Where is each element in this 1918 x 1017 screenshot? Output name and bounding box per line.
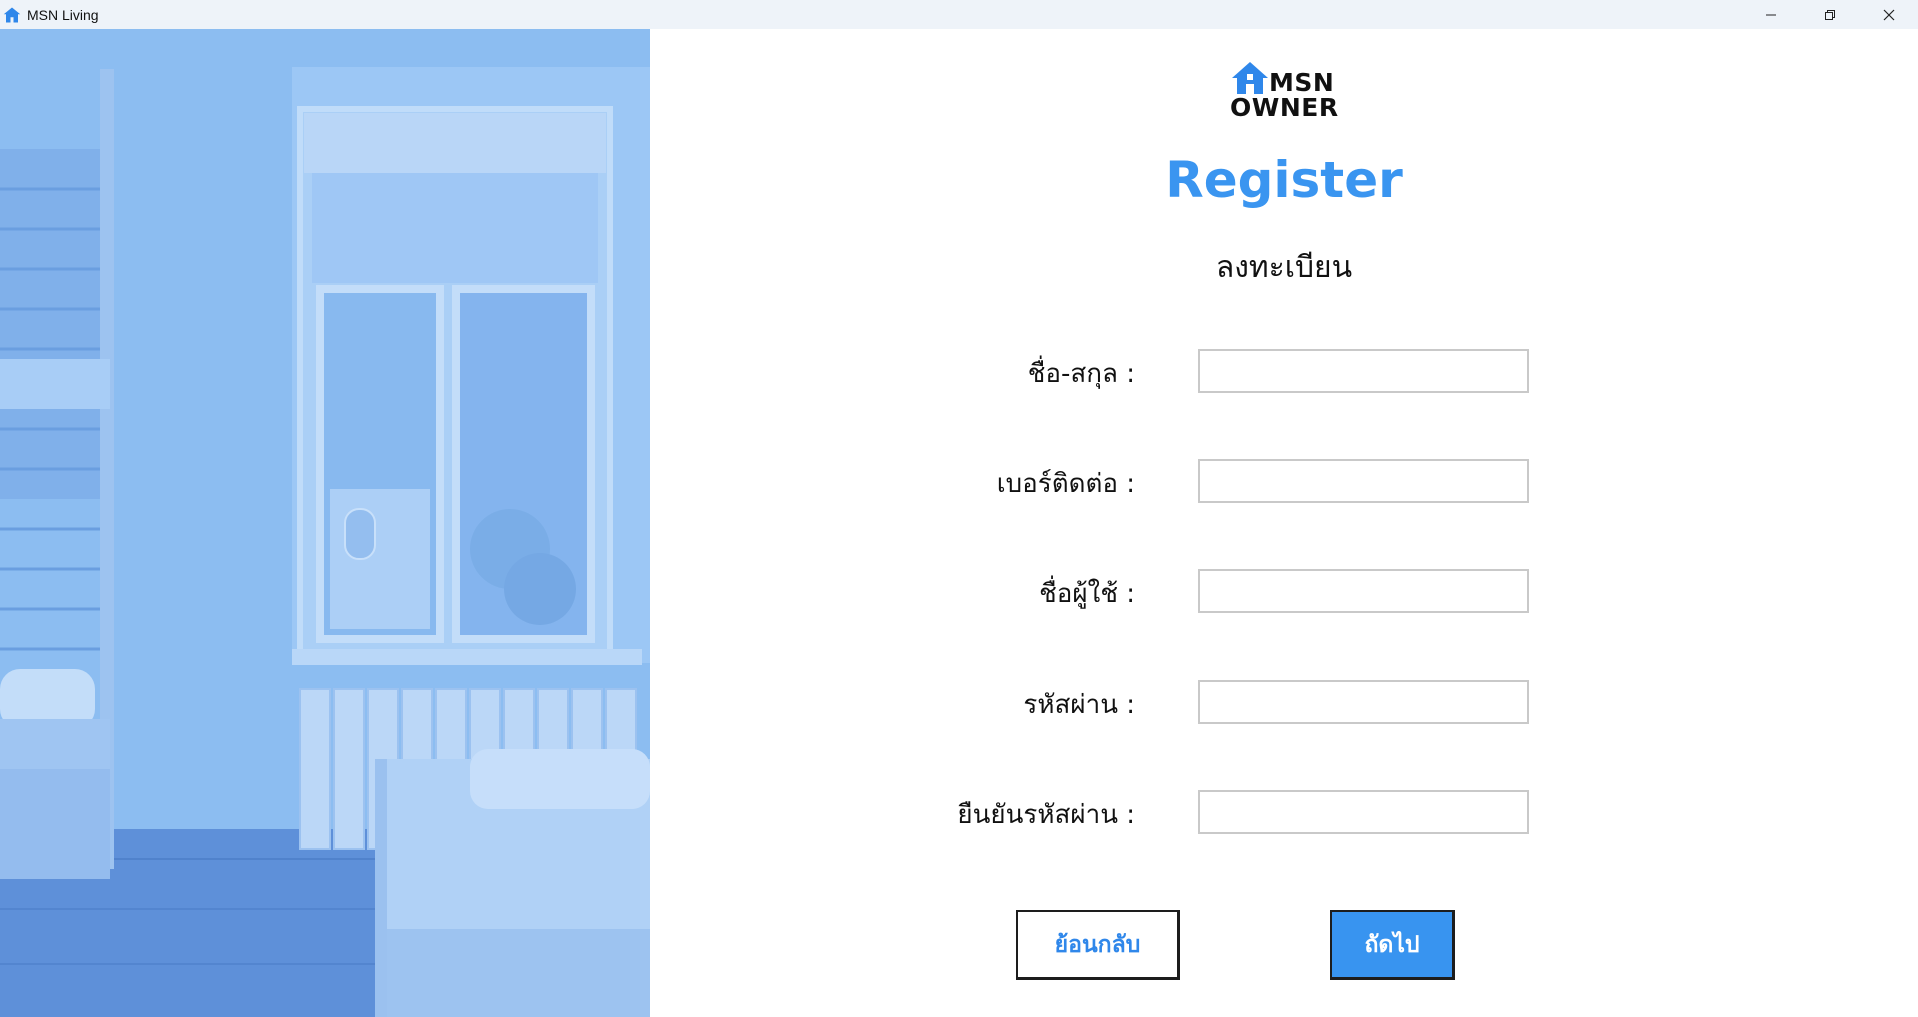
window-titlebar: MSN Living bbox=[0, 0, 1918, 29]
phone-row: เบอร์ติดต่อ : bbox=[650, 459, 1918, 505]
house-logo-icon bbox=[1232, 62, 1268, 94]
bedroom-photo bbox=[0, 29, 650, 1017]
minimize-icon bbox=[1765, 14, 1776, 15]
bedroom-illustration bbox=[0, 29, 650, 1017]
page-title: Register bbox=[1165, 151, 1403, 209]
restore-icon bbox=[1824, 9, 1835, 20]
back-button[interactable]: ย้อนกลับ bbox=[1016, 910, 1180, 980]
password-input[interactable] bbox=[1198, 680, 1529, 724]
confirm-password-row: ยืนยันรหัสผ่าน : bbox=[650, 790, 1918, 836]
password-row: รหัสผ่าน : bbox=[650, 680, 1918, 726]
username-row: ชื่อผู้ใช้ : bbox=[650, 569, 1918, 615]
fullname-row: ชื่อ-สกุล : bbox=[650, 349, 1918, 395]
username-label: ชื่อผู้ใช้ : bbox=[1039, 579, 1135, 609]
logo-text-bottom: OWNER bbox=[1230, 93, 1339, 122]
phone-label: เบอร์ติดต่อ : bbox=[996, 469, 1135, 499]
fullname-label: ชื่อ-สกุล : bbox=[1027, 359, 1135, 389]
house-icon bbox=[3, 7, 21, 22]
confirm-password-input[interactable] bbox=[1198, 790, 1529, 834]
next-button[interactable]: ถัดไป bbox=[1330, 910, 1455, 980]
msn-owner-logo: MSN OWNER bbox=[1230, 60, 1360, 122]
restore-button[interactable] bbox=[1800, 0, 1859, 29]
page-subtitle: ลงทะเบียน bbox=[1215, 250, 1353, 285]
register-panel: MSN OWNER Register ลงทะเบียน ชื่อ-สกุล :… bbox=[650, 29, 1918, 1017]
confirm-password-label: ยืนยันรหัสผ่าน : bbox=[957, 800, 1135, 830]
close-icon bbox=[1883, 9, 1894, 20]
fullname-input[interactable] bbox=[1198, 349, 1529, 393]
minimize-button[interactable] bbox=[1741, 0, 1800, 29]
window-controls bbox=[1741, 0, 1918, 29]
window-title: MSN Living bbox=[27, 6, 99, 23]
password-label: รหัสผ่าน : bbox=[1023, 690, 1135, 720]
close-button[interactable] bbox=[1859, 0, 1918, 29]
username-input[interactable] bbox=[1198, 569, 1529, 613]
phone-input[interactable] bbox=[1198, 459, 1529, 503]
